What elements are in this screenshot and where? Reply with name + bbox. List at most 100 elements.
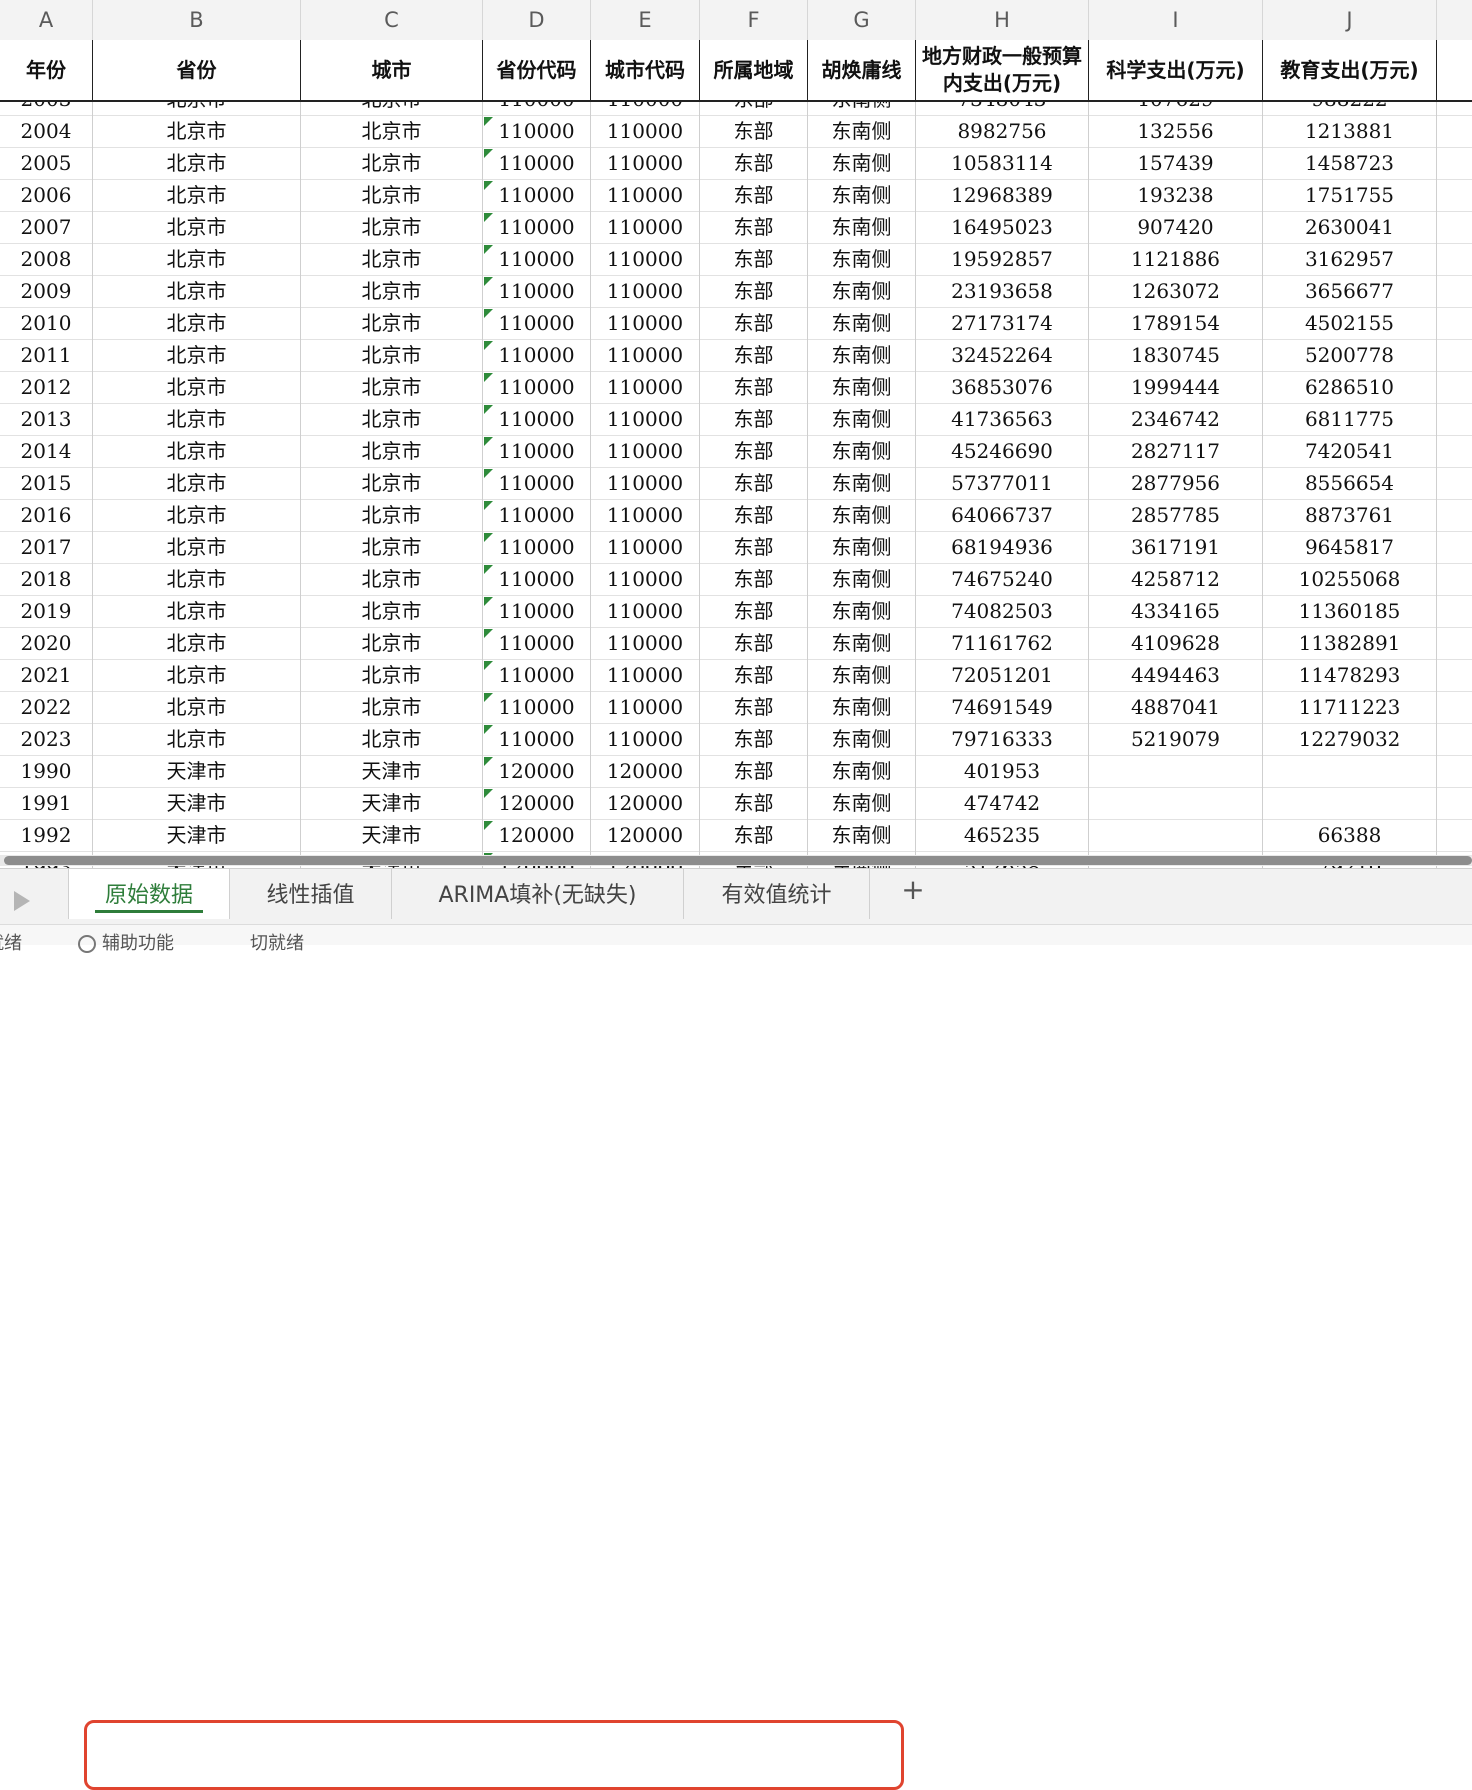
cell-h[interactable]: 23193658 <box>916 276 1089 308</box>
cell-d[interactable]: 110000 <box>483 564 591 596</box>
cell-f[interactable]: 东部 <box>700 468 808 500</box>
cell-c[interactable]: 北京市 <box>301 276 483 308</box>
cell-f[interactable]: 东部 <box>700 564 808 596</box>
cell-c[interactable]: 北京市 <box>301 148 483 180</box>
column-letter-f[interactable]: F <box>700 0 808 40</box>
cell-c[interactable]: 北京市 <box>301 596 483 628</box>
cell-g[interactable]: 东南侧 <box>808 532 916 564</box>
cell-a[interactable]: 2007 <box>0 212 93 244</box>
cell-i[interactable]: 907420 <box>1089 212 1263 244</box>
cell-g[interactable]: 东南侧 <box>808 308 916 340</box>
cell-a[interactable]: 2020 <box>0 628 93 660</box>
cell-a[interactable]: 2018 <box>0 564 93 596</box>
cell-d[interactable]: 110000 <box>483 244 591 276</box>
cell-e[interactable]: 110000 <box>591 724 700 756</box>
cell-h[interactable]: 71161762 <box>916 628 1089 660</box>
cell-b[interactable]: 北京市 <box>93 276 301 308</box>
cell-g[interactable]: 东南侧 <box>808 628 916 660</box>
scrollbar-thumb[interactable] <box>4 856 1472 865</box>
cell-g[interactable]: 东南侧 <box>808 692 916 724</box>
cell-g[interactable]: 东南侧 <box>808 756 916 788</box>
cell-g[interactable]: 东南侧 <box>808 468 916 500</box>
cell-f[interactable]: 东部 <box>700 180 808 212</box>
cell-j[interactable]: 4502155 <box>1263 308 1437 340</box>
cell-h[interactable]: 45246690 <box>916 436 1089 468</box>
cell-i[interactable]: 4887041 <box>1089 692 1263 724</box>
cell-g[interactable]: 东南侧 <box>808 212 916 244</box>
cell-f[interactable]: 东部 <box>700 372 808 404</box>
cell-e[interactable]: 120000 <box>591 788 700 820</box>
column-letter-e[interactable]: E <box>591 0 700 40</box>
cell-j[interactable]: 9645817 <box>1263 532 1437 564</box>
cell-c[interactable]: 北京市 <box>301 212 483 244</box>
cell-e[interactable]: 110000 <box>591 340 700 372</box>
cell-f[interactable]: 东部 <box>700 500 808 532</box>
cell-h[interactable]: 74691549 <box>916 692 1089 724</box>
cell-c[interactable]: 北京市 <box>301 116 483 148</box>
cell-d[interactable]: 110000 <box>483 212 591 244</box>
cell-h[interactable]: 474742 <box>916 788 1089 820</box>
column-letter-d[interactable]: D <box>483 0 591 40</box>
cell-i[interactable]: 2857785 <box>1089 500 1263 532</box>
cell-f[interactable]: 东部 <box>700 660 808 692</box>
cell-d[interactable]: 110000 <box>483 404 591 436</box>
cell-g[interactable]: 东南侧 <box>808 596 916 628</box>
cell-c[interactable]: 天津市 <box>301 820 483 852</box>
cell-e[interactable]: 110000 <box>591 628 700 660</box>
cell-j[interactable] <box>1263 788 1437 820</box>
cell-i[interactable] <box>1089 788 1263 820</box>
cell-c[interactable]: 北京市 <box>301 564 483 596</box>
header-cell-h[interactable]: 地方财政一般预算内支出(万元) <box>916 40 1089 100</box>
cell-i[interactable]: 2877956 <box>1089 468 1263 500</box>
cell-h[interactable]: 19592857 <box>916 244 1089 276</box>
cell-j[interactable]: 6286510 <box>1263 372 1437 404</box>
cell-i[interactable]: 2346742 <box>1089 404 1263 436</box>
cell-c[interactable]: 北京市 <box>301 404 483 436</box>
cell-j[interactable]: 1213881 <box>1263 116 1437 148</box>
tab-raw-data[interactable]: 原始数据 <box>68 869 230 919</box>
cell-h[interactable]: 7348043 <box>916 102 1089 116</box>
cell-b[interactable]: 北京市 <box>93 724 301 756</box>
cell-h[interactable]: 27173174 <box>916 308 1089 340</box>
cell-e[interactable]: 110000 <box>591 564 700 596</box>
header-cell-i[interactable]: 科学支出(万元) <box>1089 40 1263 100</box>
header-cell-a[interactable]: 年份 <box>0 40 93 100</box>
cell-e[interactable]: 110000 <box>591 102 700 116</box>
cell-f[interactable]: 东部 <box>700 532 808 564</box>
cell-j[interactable]: 11478293 <box>1263 660 1437 692</box>
cell-i[interactable]: 132556 <box>1089 116 1263 148</box>
column-letter-b[interactable]: B <box>93 0 301 40</box>
cell-i[interactable]: 4109628 <box>1089 628 1263 660</box>
cell-j[interactable]: 8873761 <box>1263 500 1437 532</box>
cell-i[interactable]: 4258712 <box>1089 564 1263 596</box>
cell-e[interactable]: 110000 <box>591 692 700 724</box>
cell-c[interactable]: 天津市 <box>301 788 483 820</box>
play-icon[interactable] <box>14 891 30 911</box>
cell-b[interactable]: 北京市 <box>93 596 301 628</box>
cell-i[interactable]: 5219079 <box>1089 724 1263 756</box>
cell-e[interactable]: 110000 <box>591 180 700 212</box>
cell-d[interactable]: 110000 <box>483 372 591 404</box>
cell-b[interactable]: 北京市 <box>93 436 301 468</box>
cell-a[interactable]: 2013 <box>0 404 93 436</box>
cell-d[interactable]: 110000 <box>483 468 591 500</box>
cell-c[interactable]: 北京市 <box>301 372 483 404</box>
cell-b[interactable]: 天津市 <box>93 820 301 852</box>
cell-c[interactable]: 北京市 <box>301 436 483 468</box>
data-body[interactable]: 2003北京市北京市110000110000东部东南侧7348043107629… <box>0 102 1472 868</box>
cell-i[interactable]: 1999444 <box>1089 372 1263 404</box>
cell-g[interactable]: 东南侧 <box>808 102 916 116</box>
cell-e[interactable]: 110000 <box>591 212 700 244</box>
cell-d[interactable]: 110000 <box>483 500 591 532</box>
header-cell-g[interactable]: 胡焕庸线 <box>808 40 916 100</box>
cell-f[interactable]: 东部 <box>700 102 808 116</box>
cell-e[interactable]: 110000 <box>591 660 700 692</box>
cell-a[interactable]: 2023 <box>0 724 93 756</box>
cell-a[interactable]: 2022 <box>0 692 93 724</box>
cell-f[interactable]: 东部 <box>700 244 808 276</box>
cell-h[interactable]: 64066737 <box>916 500 1089 532</box>
cell-d[interactable]: 110000 <box>483 116 591 148</box>
cell-i[interactable]: 2827117 <box>1089 436 1263 468</box>
cell-j[interactable]: 3656677 <box>1263 276 1437 308</box>
cell-d[interactable]: 110000 <box>483 724 591 756</box>
